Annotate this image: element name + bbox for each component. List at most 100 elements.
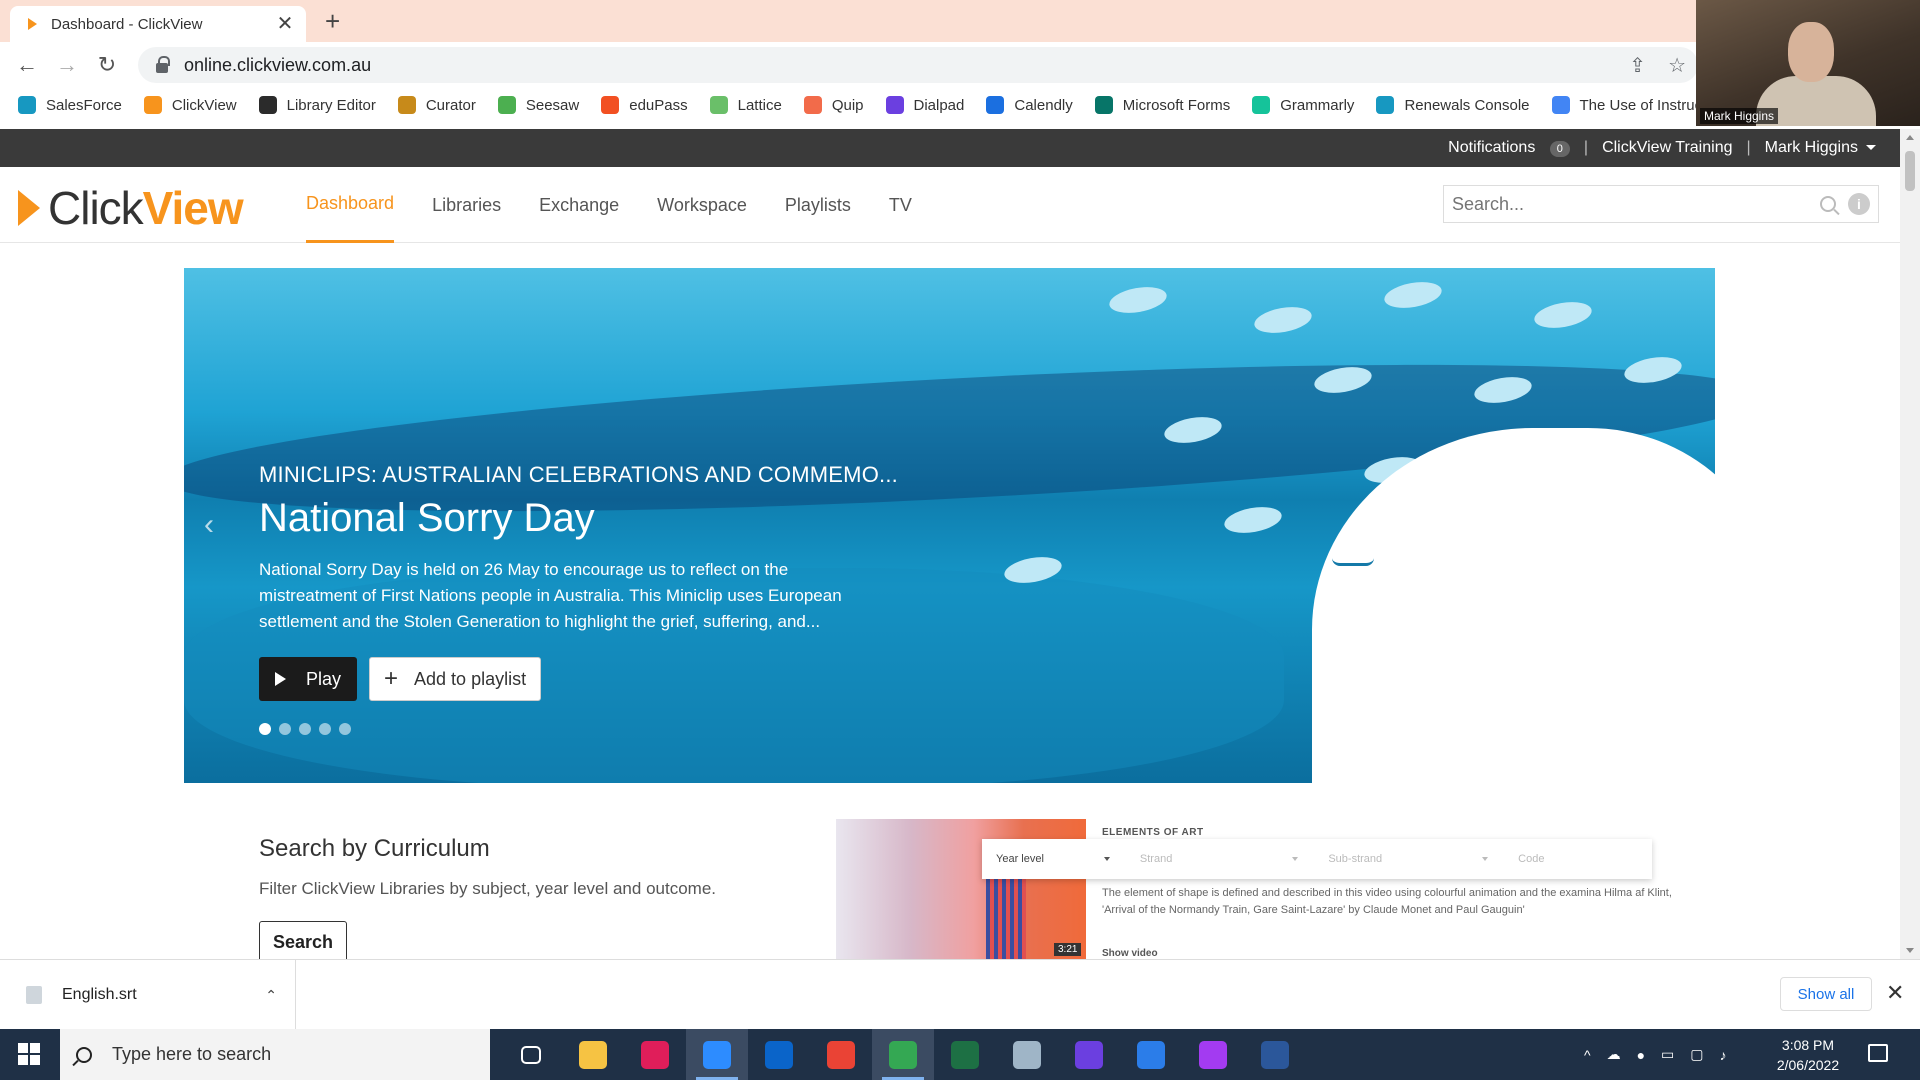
bookmark-item[interactable]: Quip: [803, 96, 864, 114]
curriculum-description: Filter ClickView Libraries by subject, y…: [259, 879, 716, 898]
nav-dashboard[interactable]: Dashboard: [306, 167, 395, 243]
carousel-dot[interactable]: [339, 723, 351, 735]
site-search-input[interactable]: [1452, 193, 1820, 215]
play-icon: [275, 672, 286, 686]
logo-play-icon: [18, 190, 40, 226]
excel-icon[interactable]: [934, 1029, 996, 1080]
org-link[interactable]: ClickView Training: [1602, 139, 1732, 157]
bookmark-item[interactable]: Curator: [397, 96, 476, 114]
hero-title[interactable]: National Sorry Day: [259, 496, 899, 541]
address-bar[interactable]: online.clickview.com.au ⇪ ☆: [138, 47, 1698, 83]
back-arrow-icon[interactable]: ←: [14, 52, 40, 78]
preview-text: The element of shape is defined and desc…: [1102, 887, 1672, 916]
slack-icon[interactable]: [624, 1029, 686, 1080]
tab-close-icon[interactable]: ✕: [274, 14, 296, 34]
windows-start-icon[interactable]: [18, 1043, 40, 1065]
taskbar-search[interactable]: Type here to search: [60, 1029, 490, 1080]
nav-workspace[interactable]: Workspace: [657, 167, 747, 243]
onedrive-icon[interactable]: ☁: [1607, 1046, 1621, 1063]
curriculum-search-button[interactable]: Search: [259, 921, 347, 959]
leaf-shape: [1222, 503, 1284, 537]
carousel-dot[interactable]: [299, 723, 311, 735]
url-text[interactable]: online.clickview.com.au: [184, 55, 371, 76]
reload-icon[interactable]: ↻: [94, 52, 120, 78]
microphone-icon[interactable]: ●: [1637, 1047, 1645, 1063]
lock-icon[interactable]: [156, 56, 170, 73]
dialpad-icon[interactable]: [1058, 1029, 1120, 1080]
nav-tv[interactable]: TV: [889, 167, 912, 243]
nav-libraries[interactable]: Libraries: [432, 167, 501, 243]
bookmark-item[interactable]: Lattice: [709, 96, 782, 114]
zoom-icon[interactable]: [686, 1029, 748, 1080]
bookmark-favicon-icon: [1551, 96, 1570, 114]
network-icon[interactable]: ▢: [1690, 1046, 1703, 1063]
bookmark-star-icon[interactable]: ☆: [1668, 53, 1686, 78]
scroll-thumb[interactable]: [1905, 151, 1915, 191]
close-icon[interactable]: ✕: [1886, 980, 1904, 1006]
todo-icon[interactable]: [1120, 1029, 1182, 1080]
play-button[interactable]: Play: [259, 657, 358, 701]
scroll-up-icon[interactable]: [1906, 135, 1914, 140]
taskbar-apps: [500, 1029, 1306, 1080]
clickview-logo[interactable]: Click View: [18, 181, 244, 235]
carousel-dot[interactable]: [319, 723, 331, 735]
download-item[interactable]: English.srt ⌃: [0, 960, 296, 1030]
search-icon[interactable]: [1820, 196, 1836, 212]
bookmark-item[interactable]: Seesaw: [497, 96, 579, 114]
chrome-icon[interactable]: [810, 1029, 872, 1080]
notification-center-icon[interactable]: [1868, 1044, 1888, 1062]
info-icon[interactable]: i: [1848, 193, 1870, 215]
filter-strand: Strand: [1140, 853, 1299, 865]
share-icon[interactable]: ⇪: [1629, 53, 1646, 78]
bookmark-favicon-icon: [601, 96, 620, 114]
scroll-down-icon[interactable]: [1906, 948, 1914, 953]
page-scrollbar[interactable]: [1900, 129, 1920, 959]
chrome-profile-icon[interactable]: [872, 1029, 934, 1080]
search-icon: [76, 1046, 92, 1063]
task-view-icon[interactable]: [500, 1029, 562, 1080]
bookmark-item[interactable]: Renewals Console: [1376, 96, 1530, 114]
hero-series-title[interactable]: MINICLIPS: AUSTRALIAN CELEBRATIONS AND C…: [259, 462, 899, 488]
chevron-up-icon[interactable]: ⌃: [265, 987, 277, 1004]
browser-tab[interactable]: Dashboard - ClickView ✕: [10, 6, 306, 42]
forward-arrow-icon[interactable]: →: [54, 52, 80, 78]
separator: |: [1583, 139, 1589, 156]
bookmark-item[interactable]: Library Editor: [258, 96, 376, 114]
hero-description: National Sorry Day is held on 26 May to …: [259, 560, 842, 631]
notifications-link[interactable]: Notifications 0: [1448, 139, 1570, 157]
add-to-playlist-button[interactable]: + Add to playlist: [369, 657, 542, 701]
carousel-prev-icon[interactable]: ‹: [204, 508, 214, 542]
filter-code: Code: [1518, 853, 1545, 865]
bookmark-item[interactable]: Dialpad: [885, 96, 964, 114]
battery-icon[interactable]: ▭: [1661, 1046, 1674, 1063]
clickview-favicon-icon: [28, 18, 37, 30]
system-clock[interactable]: 3:08 PM 2/06/2022: [1768, 1035, 1848, 1075]
bookmark-item[interactable]: Calendly: [986, 96, 1073, 114]
bookmark-item[interactable]: eduPass: [601, 96, 688, 114]
user-menu[interactable]: Mark Higgins: [1765, 139, 1876, 157]
bookmark-item[interactable]: ClickView: [143, 96, 237, 114]
volume-icon[interactable]: ♪: [1720, 1047, 1727, 1063]
carousel-dot[interactable]: [279, 723, 291, 735]
site-top-bar: Notifications 0 | ClickView Training | M…: [0, 129, 1900, 167]
nav-playlists[interactable]: Playlists: [785, 167, 851, 243]
messenger-icon[interactable]: [1182, 1029, 1244, 1080]
bookmark-item[interactable]: Microsoft Forms: [1094, 96, 1230, 114]
chevron-up-icon[interactable]: ^: [1584, 1047, 1591, 1063]
bookmark-favicon-icon: [1094, 96, 1113, 114]
silhouette-hair: [1504, 658, 1715, 783]
bookmark-favicon-icon: [885, 96, 904, 114]
preview-show-video: Show video: [1102, 948, 1158, 959]
word-icon[interactable]: [1244, 1029, 1306, 1080]
leaf-shape: [1382, 278, 1444, 312]
paint-icon[interactable]: [996, 1029, 1058, 1080]
bookmark-item[interactable]: Grammarly: [1252, 96, 1354, 114]
show-all-button[interactable]: Show all: [1780, 977, 1872, 1011]
bookmark-item[interactable]: SalesForce: [18, 96, 122, 114]
outlook-icon[interactable]: [748, 1029, 810, 1080]
file-explorer-icon[interactable]: [562, 1029, 624, 1080]
new-tab-button[interactable]: +: [325, 8, 340, 34]
carousel-next-icon[interactable]: ›: [1685, 508, 1695, 542]
nav-exchange[interactable]: Exchange: [539, 167, 619, 243]
carousel-dot[interactable]: [259, 723, 271, 735]
